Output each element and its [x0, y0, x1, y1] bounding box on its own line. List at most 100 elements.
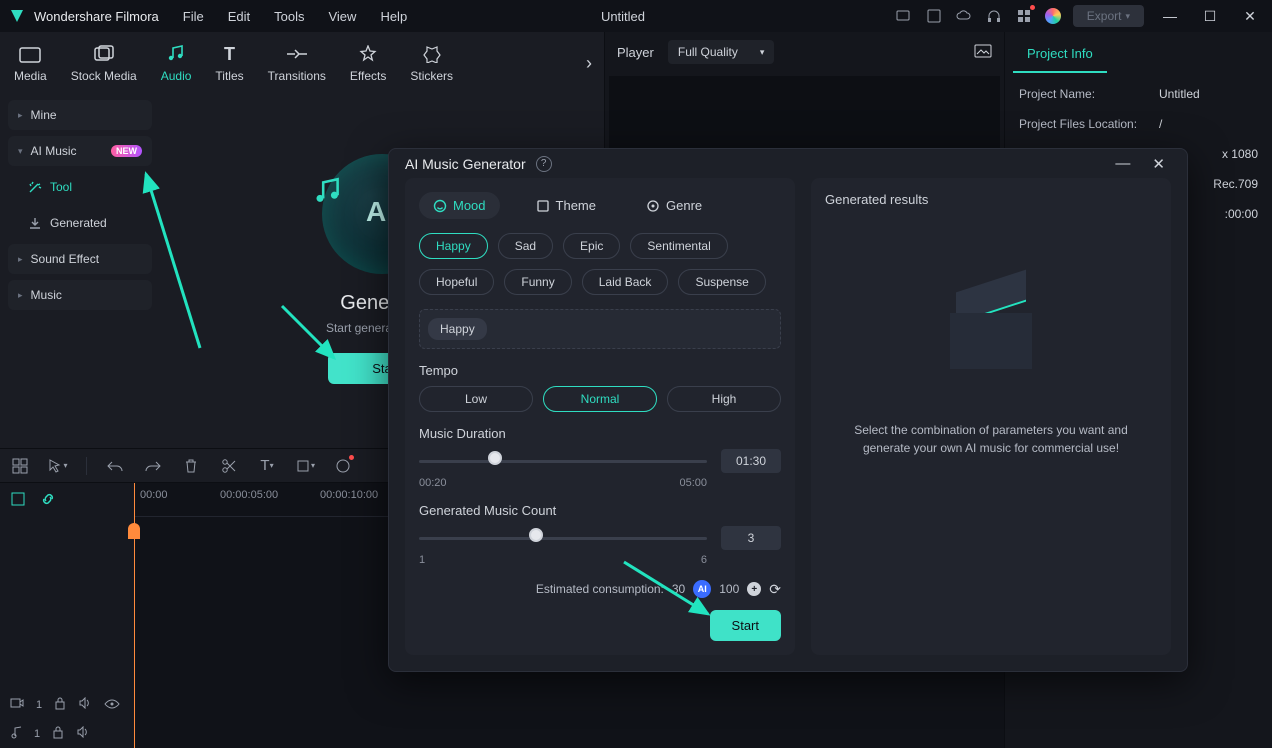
empty-box-graphic [936, 297, 1046, 387]
undo-icon[interactable] [105, 456, 125, 476]
ai-music-generator-modal: AI Music Generator ? — ✕ Mood Theme Genr… [388, 148, 1188, 672]
titles-icon: T [219, 43, 241, 65]
menu-file[interactable]: File [183, 9, 204, 24]
duration-slider[interactable] [419, 460, 707, 463]
video-track-head: 1 [0, 690, 134, 719]
tab-mood[interactable]: Mood [419, 192, 500, 219]
mood-suspense[interactable]: Suspense [678, 269, 765, 295]
window-maximize-icon[interactable]: ☐ [1196, 8, 1224, 25]
tempo-low[interactable]: Low [419, 386, 533, 412]
lock-icon[interactable] [52, 725, 64, 742]
text-tool-icon[interactable]: T▾ [257, 456, 277, 476]
start-button[interactable]: Start [710, 610, 781, 641]
layout-icon[interactable] [10, 456, 30, 476]
mood-funny[interactable]: Funny [504, 269, 571, 295]
playhead[interactable] [134, 483, 135, 748]
tempo-normal[interactable]: Normal [543, 386, 657, 412]
audio-track-icon[interactable] [10, 725, 22, 742]
tempo-high[interactable]: High [667, 386, 781, 412]
delete-icon[interactable] [181, 456, 201, 476]
duration-label: Music Duration [419, 426, 781, 441]
player-quality-select[interactable]: Full Quality▾ [668, 40, 775, 64]
mood-hopeful[interactable]: Hopeful [419, 269, 494, 295]
modal-minimize-icon[interactable]: — [1109, 155, 1136, 172]
split-icon[interactable] [219, 456, 239, 476]
device-icon[interactable] [895, 7, 913, 25]
cloud-icon[interactable] [955, 7, 973, 25]
media-icon [19, 43, 41, 65]
theme-icon [536, 199, 550, 213]
stock-media-icon [93, 43, 115, 65]
pointer-icon[interactable]: ▾ [48, 456, 68, 476]
count-slider[interactable] [419, 537, 707, 540]
info-row: Project Files Location:/ [1005, 109, 1272, 139]
sidebar-item-sound-effect[interactable]: ▸Sound Effect [8, 244, 152, 274]
mute-icon[interactable] [78, 697, 92, 712]
selected-mood-chip[interactable]: Happy [428, 318, 487, 340]
sidebar-item-music[interactable]: ▸Music [8, 280, 152, 310]
color-icon[interactable] [333, 456, 353, 476]
mute-icon[interactable] [76, 726, 90, 741]
link-icon[interactable] [40, 491, 56, 507]
stickers-icon [421, 43, 443, 65]
crop-icon[interactable]: ▾ [295, 456, 315, 476]
tab-stock-media[interactable]: Stock Media [71, 43, 137, 83]
tempo-label: Tempo [419, 363, 781, 378]
count-label: Generated Music Count [419, 503, 781, 518]
headphones-icon[interactable] [985, 7, 1003, 25]
save-icon[interactable] [925, 7, 943, 25]
tab-genre[interactable]: Genre [632, 192, 716, 219]
export-button[interactable]: Export▾ [1073, 5, 1144, 27]
title-bar: Wondershare Filmora File Edit Tools View… [0, 0, 1272, 32]
menu-tools[interactable]: Tools [274, 9, 304, 24]
mood-epic[interactable]: Epic [563, 233, 620, 259]
sidebar-item-mine[interactable]: ▸Mine [8, 100, 152, 130]
tab-titles[interactable]: T Titles [215, 43, 243, 83]
mood-sentimental[interactable]: Sentimental [630, 233, 727, 259]
snapshot-icon[interactable] [974, 44, 992, 61]
menu-view[interactable]: View [328, 9, 356, 24]
help-icon[interactable]: ? [536, 156, 552, 172]
refresh-icon[interactable]: ⟳ [769, 581, 781, 598]
add-credits-icon[interactable]: + [747, 582, 761, 596]
sidebar-item-tool[interactable]: Tool [8, 172, 152, 202]
mood-icon [433, 199, 447, 213]
tab-stickers[interactable]: Stickers [410, 43, 453, 83]
lock-icon[interactable] [54, 696, 66, 713]
window-close-icon[interactable]: ✕ [1236, 8, 1264, 25]
estimated-consumption: Estimated consumption: 30 AI 100 + ⟳ [419, 580, 781, 598]
tab-effects[interactable]: Effects [350, 43, 386, 83]
mood-sad[interactable]: Sad [498, 233, 553, 259]
app-logo-icon [8, 7, 26, 25]
modal-close-icon[interactable]: ✕ [1146, 155, 1171, 173]
window-minimize-icon[interactable]: — [1156, 8, 1184, 24]
selected-mood-box: Happy [419, 309, 781, 349]
new-badge: NEW [111, 145, 142, 157]
audio-track-head: 1 [0, 719, 134, 748]
tab-transitions[interactable]: Transitions [268, 43, 326, 83]
effects-icon [357, 43, 379, 65]
video-track-icon[interactable] [10, 697, 24, 712]
apps-icon[interactable] [1015, 7, 1033, 25]
account-avatar-icon[interactable] [1045, 8, 1061, 24]
tab-audio[interactable]: Audio [161, 43, 192, 83]
music-note-icon [312, 176, 344, 208]
eye-icon[interactable] [104, 697, 120, 712]
download-icon [28, 216, 42, 230]
sidebar-item-generated[interactable]: Generated [8, 208, 152, 238]
tab-theme[interactable]: Theme [522, 192, 610, 219]
menu-edit[interactable]: Edit [228, 9, 250, 24]
menu-help[interactable]: Help [380, 9, 407, 24]
mood-laid-back[interactable]: Laid Back [582, 269, 669, 295]
wand-icon [28, 180, 42, 194]
record-icon[interactable] [10, 491, 26, 507]
redo-icon[interactable] [143, 456, 163, 476]
genre-icon [646, 199, 660, 213]
generated-results-hint: Select the combination of parameters you… [825, 421, 1157, 457]
ai-credit-icon: AI [693, 580, 711, 598]
project-info-tab[interactable]: Project Info [1013, 36, 1107, 73]
mood-happy[interactable]: Happy [419, 233, 488, 259]
sidebar-item-ai-music[interactable]: ▾AI MusicNEW [8, 136, 152, 166]
tabs-more-icon[interactable]: › [586, 53, 592, 74]
tab-media[interactable]: Media [14, 43, 47, 83]
